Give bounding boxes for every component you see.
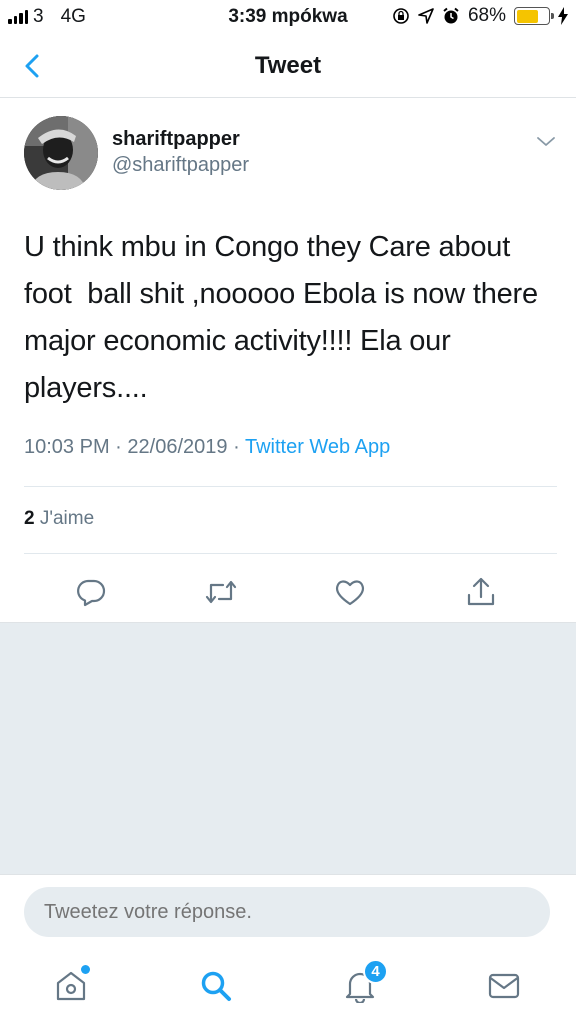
tab-search[interactable] (192, 964, 240, 1008)
search-icon (201, 971, 231, 1001)
likes-count: 2 (24, 508, 35, 529)
tab-bar: 4 (0, 948, 576, 1024)
tab-notifications[interactable]: 4 (336, 959, 388, 1008)
tweet-time: 10:03 PM (24, 436, 110, 458)
page-title: Tweet (254, 52, 322, 79)
location-icon (418, 8, 434, 24)
nav-bar: Tweet (0, 36, 576, 98)
battery-percent: 68% (467, 5, 506, 26)
likes-count-link[interactable]: 2 J'aime (24, 508, 94, 530)
battery-icon (514, 7, 554, 25)
envelope-icon (488, 973, 520, 999)
more-options-button[interactable] (534, 134, 558, 150)
notifications-badge: 4 (363, 959, 388, 984)
avatar[interactable] (24, 116, 98, 190)
user-handle[interactable]: @shariftpapper (112, 151, 249, 179)
tweet-date: 22/06/2019 (127, 436, 228, 458)
retweet-icon (205, 580, 237, 604)
orientation-lock-icon (393, 8, 409, 24)
chevron-left-icon (25, 54, 39, 78)
home-icon (56, 971, 86, 1001)
like-icon (336, 580, 364, 606)
tweet-actions (0, 566, 576, 622)
like-button[interactable] (328, 570, 372, 614)
tab-home[interactable] (47, 964, 95, 1008)
share-button[interactable] (459, 570, 503, 614)
meta-separator: · (233, 436, 240, 458)
home-unread-dot (81, 965, 90, 974)
chevron-down-icon (537, 137, 555, 146)
reply-button[interactable] (69, 570, 113, 614)
divider (24, 553, 557, 554)
tweet-source-link[interactable]: Twitter Web App (245, 436, 390, 458)
replies-area (0, 622, 576, 874)
battery-fill (516, 9, 538, 23)
retweet-button[interactable] (199, 570, 243, 614)
avatar-image (24, 116, 98, 190)
status-bar: 3 4G 3:39 mpókwa 68% (0, 0, 576, 36)
reply-bar (0, 874, 576, 948)
reply-icon (77, 579, 106, 607)
reply-input[interactable] (24, 887, 550, 937)
back-button[interactable] (18, 51, 48, 81)
meta-separator: · (115, 436, 122, 458)
alarm-icon (443, 7, 459, 24)
divider (24, 486, 557, 487)
charging-icon (558, 7, 568, 25)
tweet-meta: 10:03 PM · 22/06/2019 · Twitter Web App (24, 436, 390, 459)
tweet-header: shariftpapper @shariftpapper (24, 114, 558, 194)
tab-messages[interactable] (480, 964, 528, 1008)
tweet-text: U think mbu in Congo they Care about foo… (24, 231, 538, 404)
display-name[interactable]: shariftpapper (112, 127, 249, 151)
share-icon (467, 577, 495, 606)
likes-label: J'aime (39, 508, 95, 529)
status-right: 68% (392, 5, 568, 27)
author-info[interactable]: shariftpapper @shariftpapper (112, 127, 249, 179)
